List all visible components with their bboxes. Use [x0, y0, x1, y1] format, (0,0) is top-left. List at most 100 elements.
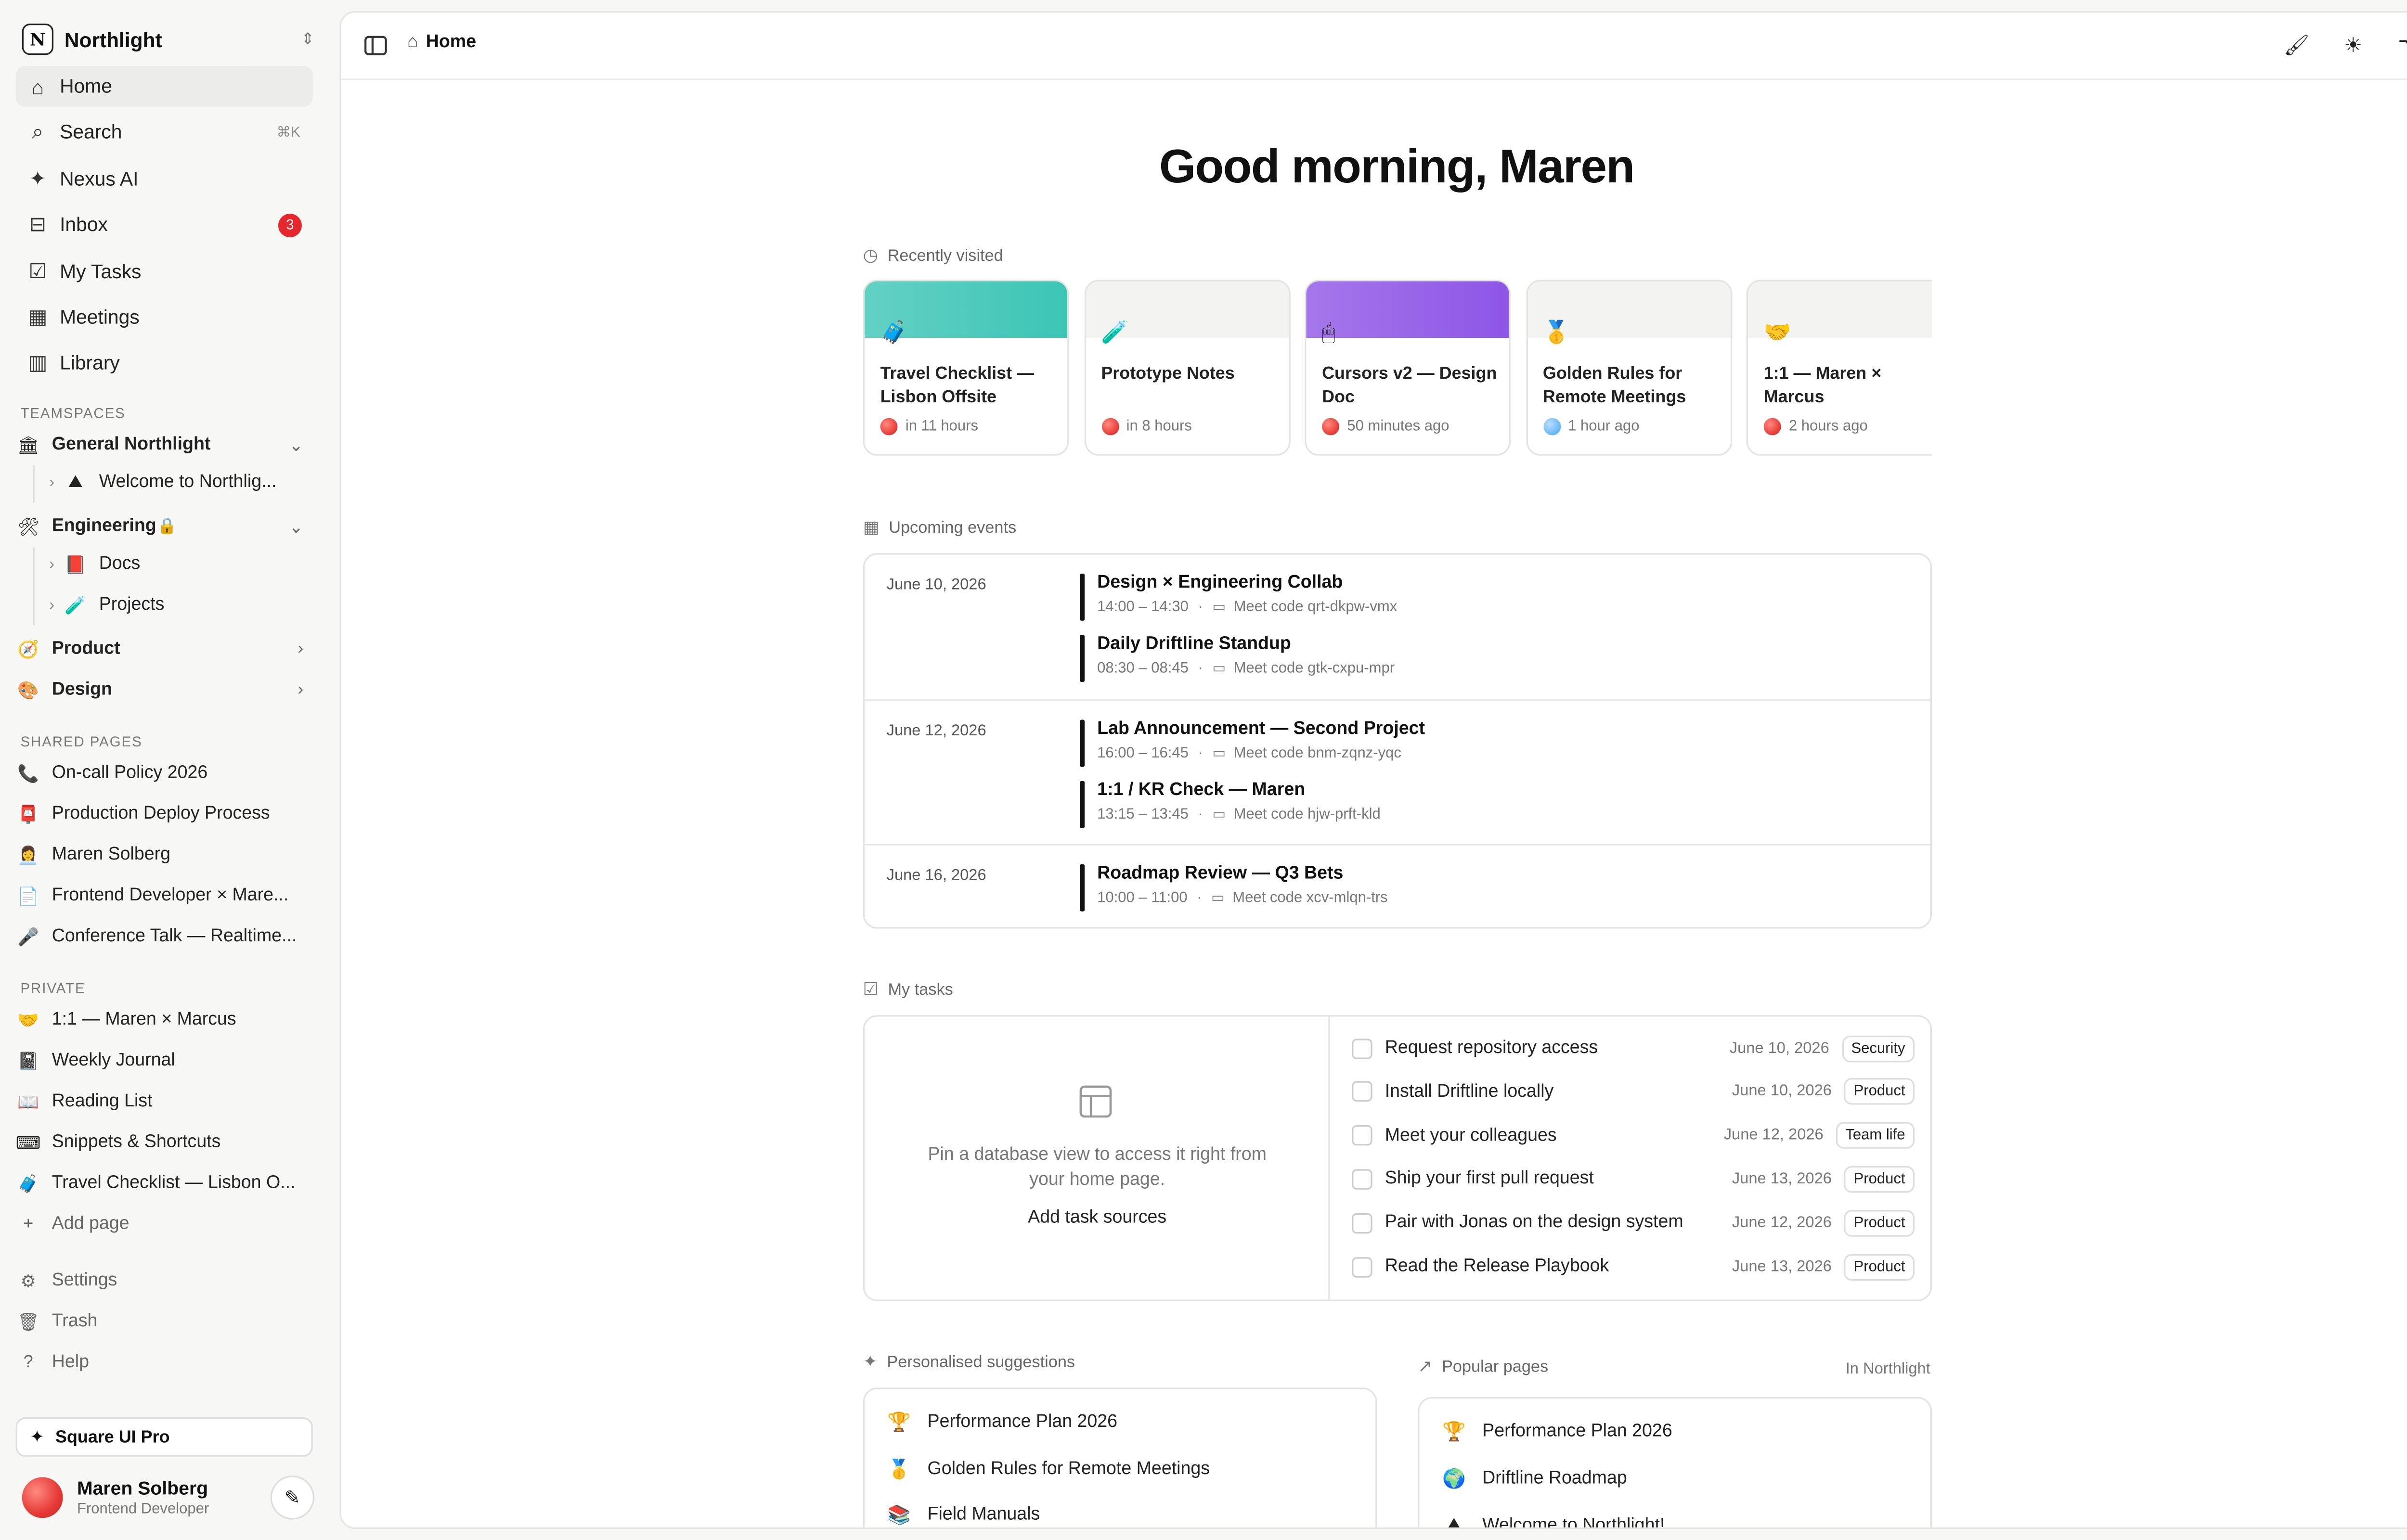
task-checkbox[interactable] [1352, 1169, 1372, 1190]
task-row[interactable]: Meet your colleagues June 12, 2026 Team li… [1352, 1120, 1915, 1151]
sidebar-toggle-icon[interactable] [363, 33, 388, 58]
page-label: Production Deploy Process [52, 804, 270, 824]
nav-item-meetings[interactable]: ▦ Meetings [16, 297, 313, 338]
event-item[interactable]: 1:1 / KR Check — Maren 13:15 – 13:45 · ▭ Mee… [1080, 781, 1897, 828]
recent-card[interactable]: 🥇 Golden Rules for Remote Meetings 1 hour … [1525, 280, 1732, 456]
nav-item-search[interactable]: ⌕ Search ⌘K [16, 112, 313, 153]
page-emoji-icon: 👩‍💼 [17, 846, 39, 865]
page-link[interactable]: 🌍 Driftline Roadmap [1441, 1467, 1627, 1489]
recent-card[interactable]: 🧳 Travel Checklist — Lisbon Offsite in 11 … [863, 280, 1069, 456]
popular-box: 🏆 Performance Plan 2026 🌍 Driftline Roadmap… [1418, 1397, 1932, 1527]
sidebar-page-item[interactable]: 🧭 Product › [16, 632, 313, 667]
sidebar-page-item[interactable]: ⌨ Snippets & Shortcuts [16, 1125, 313, 1160]
compose-icon[interactable]: ✎ [270, 1476, 315, 1520]
task-row[interactable]: Request repository access June 10, 2026 Se… [1352, 1032, 1915, 1064]
event-date: June 12, 2026 [886, 723, 986, 740]
card-time: in 8 hours [1126, 418, 1192, 436]
chevron-right-icon[interactable]: › [298, 680, 303, 699]
sidebar-page-item[interactable]: › 📕 Docs [16, 547, 313, 581]
chevron-down-icon[interactable]: ⌄ [289, 516, 303, 537]
pin-text: Pin a database view to access it right f… [928, 1145, 1267, 1190]
sidebar-page-item[interactable]: 📓 Weekly Journal [16, 1043, 313, 1078]
task-checkbox[interactable] [1352, 1212, 1372, 1233]
page-link[interactable]: 🏆 Performance Plan 2026 [1441, 1421, 1672, 1443]
sidebar-page-item[interactable]: 🎨 Design › [16, 673, 313, 707]
chevron-right-icon[interactable]: › [41, 596, 63, 614]
recent-card[interactable]: 🤝 1:1 — Maren × Marcus 2 hours ago [1746, 280, 1932, 456]
card-title: Cursors v2 — Design Doc [1322, 364, 1497, 407]
nav-item-home[interactable]: ⌂ Home [15, 66, 313, 107]
add-task-sources-button[interactable]: Add task sources [865, 1208, 1330, 1227]
chevron-down-icon[interactable]: ⌄ [289, 435, 303, 455]
github-icon[interactable]: ⌥ [2395, 31, 2407, 60]
chevron-right-icon[interactable]: › [298, 640, 303, 658]
brush-icon[interactable]: 🖌 [2282, 31, 2311, 60]
task-row[interactable]: Read the Release Playbook June 13, 2026 Pr… [1352, 1251, 1915, 1282]
sidebar-page-item[interactable]: 📄 Frontend Developer × Mare... [16, 878, 313, 913]
page-emoji-icon: 📞 [17, 764, 39, 783]
task-row[interactable]: Ship your first pull request June 13, 202… [1352, 1164, 1915, 1195]
task-date: June 12, 2026 [1723, 1127, 1824, 1144]
event-item[interactable]: Roadmap Review — Q3 Bets 10:00 – 11:00 · ▭ M… [1080, 864, 1897, 911]
nav-item-library[interactable]: ▥ Library [16, 343, 313, 384]
page-link[interactable]: 🥇 Golden Rules for Remote Meetings [887, 1458, 1210, 1480]
chevron-right-icon[interactable]: › [41, 555, 63, 573]
sidebar-page-item[interactable]: 👩‍💼 Maren Solberg [16, 837, 313, 872]
task-row[interactable]: Install Driftline locally June 10, 2026 Pr… [1352, 1076, 1915, 1107]
sidebar-page-item[interactable]: 🎤 Conference Talk — Realtime... [16, 919, 313, 954]
page-label: 1:1 — Maren × Marcus [52, 1010, 236, 1029]
page-link[interactable]: 🏆 Performance Plan 2026 [887, 1411, 1117, 1433]
add-page-label: Add page [52, 1215, 129, 1234]
user-profile[interactable]: Maren Solberg Frontend Developer ✎ [22, 1474, 315, 1521]
page-link[interactable]: 📚 Field Manuals [887, 1504, 1040, 1526]
breadcrumb[interactable]: ⌂ Home [407, 33, 476, 52]
page-link-label: Driftline Roadmap [1482, 1468, 1627, 1488]
card-time: in 11 hours [905, 418, 979, 436]
task-name: Meet your colleagues [1385, 1126, 1557, 1145]
sidebar-page-item[interactable]: 📮 Production Deploy Process [16, 797, 313, 832]
page-emoji-icon: 🧪 [1101, 319, 1129, 345]
recent-card[interactable]: 🖱 Cursors v2 — Design Doc 50 minutes ago [1305, 280, 1511, 456]
task-tag: Security [1841, 1035, 1915, 1062]
square-ui-pro-button[interactable]: ✦ Square UI Pro [15, 1417, 313, 1457]
workspace-switcher[interactable]: N Northlight ⇕ [22, 22, 314, 57]
nav-item-inbox[interactable]: ⊟ Inbox 3 [16, 204, 313, 245]
nav-item-settings[interactable]: ⚙ Settings [16, 1263, 313, 1298]
event-time: 14:00 – 14:30 [1097, 599, 1189, 616]
task-checkbox[interactable] [1352, 1125, 1372, 1146]
sidebar-page-item[interactable]: 🧳 Travel Checklist — Lisbon O... [16, 1166, 313, 1201]
sidebar-page-item[interactable]: 📖 Reading List [16, 1084, 313, 1119]
event-time: 13:15 – 13:45 [1097, 806, 1189, 824]
event-item[interactable]: Design × Engineering Collab 14:00 – 14:30… [1080, 573, 1897, 621]
sidebar-page-item[interactable]: 📞 On-call Policy 2026 [16, 756, 313, 791]
sidebar-page-item[interactable]: 🛠 Engineering 🔒 ⌄ [16, 509, 313, 544]
task-tag: Product [1844, 1253, 1915, 1280]
sidebar-page-item[interactable]: 🏛 General Northlight ⌄ [16, 427, 313, 462]
separator: · [1198, 599, 1203, 616]
task-row[interactable]: Pair with Jonas on the design system June… [1352, 1207, 1915, 1238]
event-item[interactable]: Lab Announcement — Second Project 16:00 –… [1080, 719, 1897, 767]
task-checkbox[interactable] [1352, 1081, 1372, 1102]
sidebar-page-item[interactable]: › 🧪 Projects [16, 588, 313, 622]
page-link[interactable]: ⛰ Welcome to Northlight! [1441, 1513, 1665, 1527]
nav-item-help[interactable]: ? Help [16, 1345, 313, 1380]
page-label: General Northlight [52, 435, 211, 454]
page-emoji-icon: 🧪 [65, 596, 87, 616]
nav-item-my-tasks[interactable]: ☑ My Tasks [16, 251, 313, 292]
recent-card[interactable]: 🧪 Prototype Notes in 8 hours [1084, 280, 1290, 456]
chevron-right-icon[interactable]: › [41, 474, 63, 491]
add-page-button[interactable]: + Add page [16, 1207, 313, 1242]
page-link-label: Performance Plan 2026 [1482, 1422, 1672, 1441]
page-emoji-icon: 📓 [17, 1052, 39, 1071]
event-color-bar [1080, 573, 1085, 621]
nav-item-trash[interactable]: 🗑 Trash [16, 1304, 313, 1339]
page-label: Conference Talk — Realtime... [52, 927, 297, 946]
sidebar-page-item[interactable]: › ⛰ Welcome to Northlig... [16, 465, 313, 500]
nav-item-nexus-ai[interactable]: ✦ Nexus AI [16, 159, 313, 200]
task-checkbox[interactable] [1352, 1256, 1372, 1277]
sun-icon[interactable]: ☀ [2339, 31, 2368, 60]
card-cover [1306, 281, 1509, 338]
task-checkbox[interactable] [1352, 1038, 1372, 1059]
event-item[interactable]: Daily Driftline Standup 08:30 – 08:45 · ▭ Me… [1080, 635, 1897, 682]
sidebar-page-item[interactable]: 🤝 1:1 — Maren × Marcus [16, 1002, 313, 1037]
